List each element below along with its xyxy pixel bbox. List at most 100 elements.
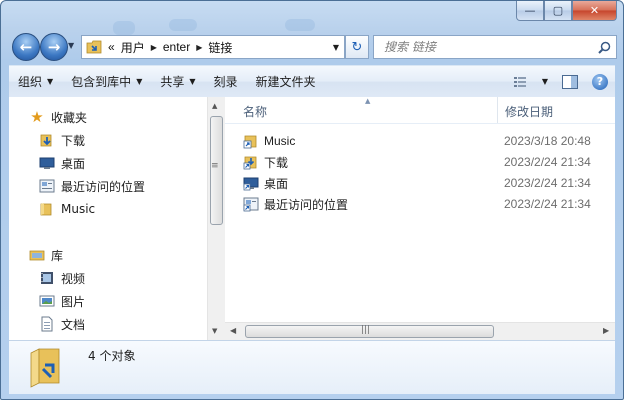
list-item-date: 2023/3/18 20:48 (504, 134, 591, 148)
view-options-button[interactable]: ▼ (513, 76, 548, 88)
maximize-button[interactable]: ▢ (544, 1, 572, 21)
scroll-left-arrow-icon[interactable]: ◀ (230, 326, 236, 335)
back-button[interactable]: ← (12, 33, 40, 61)
organize-button[interactable]: 组织 ▼ (9, 69, 62, 94)
sort-ascending-icon: ▲ (365, 97, 371, 105)
refresh-button[interactable]: ↻ (345, 35, 369, 59)
folder-icon (40, 203, 52, 216)
chevron-down-icon: ▼ (136, 77, 143, 86)
preview-pane-button[interactable] (562, 74, 578, 89)
scroll-down-arrow-icon[interactable]: ▼ (212, 327, 217, 335)
list-item-name: 最近访问的位置 (264, 197, 349, 212)
list-item[interactable]: 下载 2023/2/24 21:34 (243, 152, 615, 172)
nav-item-label: 视频 (61, 271, 86, 286)
navpane-scrollbar[interactable]: ▲ ≡ ▼ (207, 97, 225, 340)
organize-label: 组织 (18, 75, 43, 89)
column-header-date-modified[interactable]: 修改日期 (505, 103, 553, 120)
nav-item-desktop[interactable]: 桌面 (39, 153, 85, 173)
breadcrumb-separator-icon[interactable]: ▶ (196, 43, 202, 52)
video-icon (41, 272, 53, 284)
library-icon (29, 250, 45, 261)
forward-button[interactable]: → (40, 33, 68, 61)
desktop-icon (39, 157, 55, 169)
minimize-button[interactable]: — (516, 1, 544, 21)
list-item-name: Music (264, 134, 296, 148)
details-view-icon (513, 76, 526, 87)
nav-favorites-label: 收藏夹 (51, 110, 88, 125)
nav-libraries[interactable]: 库 (29, 245, 63, 265)
preview-pane-icon (562, 74, 578, 89)
help-button[interactable]: ? (592, 73, 608, 90)
share-button[interactable]: 共享 ▼ (151, 69, 204, 94)
list-item[interactable]: Music 2023/3/18 20:48 (243, 131, 615, 151)
caption-buttons: — ▢ ✕ (516, 1, 617, 21)
downloads-folder-icon (40, 134, 52, 147)
scroll-right-arrow-icon[interactable]: ▶ (603, 326, 609, 335)
scroll-up-arrow-icon[interactable]: ▲ (212, 102, 217, 110)
grip-icon: ≡ (211, 161, 219, 171)
breadcrumb-enter[interactable]: enter (163, 40, 190, 54)
column-divider[interactable] (497, 97, 498, 123)
star-icon: ★ (30, 108, 44, 126)
close-button[interactable]: ✕ (572, 1, 617, 21)
recent-places-shortcut-icon (243, 197, 259, 212)
list-item-name: 下载 (264, 155, 289, 170)
nav-item-label: 最近访问的位置 (61, 179, 146, 194)
breadcrumb-overflow[interactable]: « (108, 40, 115, 54)
file-list: ▲ 名称 修改日期 Music 2023/3/18 20:48 下载 2023/… (225, 97, 615, 340)
pictures-icon (39, 295, 55, 307)
list-item-date: 2023/2/24 21:34 (504, 197, 591, 211)
nav-item-label: 桌面 (61, 156, 86, 171)
navigation-bar: ← → ▼ « 用户 ▶ enter ▶ 链接 ▼ ↻ (9, 33, 617, 61)
address-dropdown-icon[interactable]: ▼ (333, 43, 339, 52)
nav-item-label: 文档 (61, 317, 86, 332)
list-item[interactable]: 桌面 2023/2/24 21:34 (243, 173, 615, 193)
search-box[interactable] (373, 35, 617, 59)
nav-favorites[interactable]: ★ 收藏夹 (29, 107, 87, 127)
nav-libraries-label: 库 (51, 248, 64, 263)
chevron-down-icon: ▼ (47, 77, 54, 86)
breadcrumb-links[interactable]: 链接 (208, 39, 232, 56)
item-count: 4 个对象 (88, 349, 136, 363)
search-icon[interactable] (598, 41, 611, 54)
downloads-shortcut-icon (243, 156, 257, 170)
breadcrumb-separator-icon[interactable]: ▶ (151, 43, 157, 52)
recent-places-icon (39, 179, 55, 193)
grip-icon: ||| (361, 325, 371, 335)
burn-button[interactable]: 刻录 (205, 69, 247, 94)
details-pane: 4 个对象 (9, 340, 615, 394)
nav-item-recent-places[interactable]: 最近访问的位置 (39, 176, 145, 196)
navigation-pane: ★ 收藏夹 下载 桌面 最近访问的位置 Music 库 视频 图片 文档 (9, 97, 207, 340)
nav-item-music[interactable]: Music (39, 199, 95, 219)
explorer-window: — ▢ ✕ ← → ▼ « 用户 ▶ enter ▶ 链接 ▼ ↻ 搜索 链接 … (0, 0, 624, 400)
include-in-library-button[interactable]: 包含到库中 ▼ (62, 69, 151, 94)
nav-item-pictures[interactable]: 图片 (39, 291, 85, 311)
folder-shortcut-large-icon (30, 348, 60, 388)
nav-item-documents[interactable]: 文档 (39, 314, 85, 334)
column-header-name[interactable]: 名称 (243, 103, 267, 120)
refresh-icon: ↻ (351, 39, 363, 55)
nav-item-downloads[interactable]: 下载 (39, 130, 85, 150)
nav-item-videos[interactable]: 视频 (39, 268, 85, 288)
new-folder-button[interactable]: 新建文件夹 (247, 69, 325, 94)
share-label: 共享 (160, 75, 185, 89)
back-arrow-icon: ← (19, 38, 33, 56)
list-item[interactable]: 最近访问的位置 2023/2/24 21:34 (243, 194, 615, 214)
nav-item-label: Music (61, 202, 96, 216)
column-header-row: ▲ 名称 修改日期 (225, 97, 615, 124)
burn-label: 刻录 (213, 75, 238, 89)
include-in-library-label: 包含到库中 (71, 75, 132, 89)
music-shortcut-icon (243, 135, 257, 149)
forward-arrow-icon: → (47, 38, 61, 56)
search-input[interactable] (382, 39, 586, 55)
folder-shortcut-icon (86, 40, 102, 54)
list-item-name: 桌面 (264, 176, 289, 191)
file-list-horizontal-scrollbar[interactable]: ◀ ||| ▶ (225, 322, 615, 340)
content-area: ★ 收藏夹 下载 桌面 最近访问的位置 Music 库 视频 图片 文档 ▲ ≡… (9, 97, 615, 340)
list-item-date: 2023/2/24 21:34 (504, 176, 591, 190)
recent-pages-dropdown[interactable]: ▼ (68, 41, 74, 50)
nav-item-label: 图片 (61, 294, 86, 309)
address-bar[interactable]: « 用户 ▶ enter ▶ 链接 ▼ (81, 35, 345, 59)
breadcrumb-users[interactable]: 用户 (121, 39, 145, 56)
command-bar: 组织 ▼ 包含到库中 ▼ 共享 ▼ 刻录 新建文件夹 ▼ ? (9, 65, 615, 98)
